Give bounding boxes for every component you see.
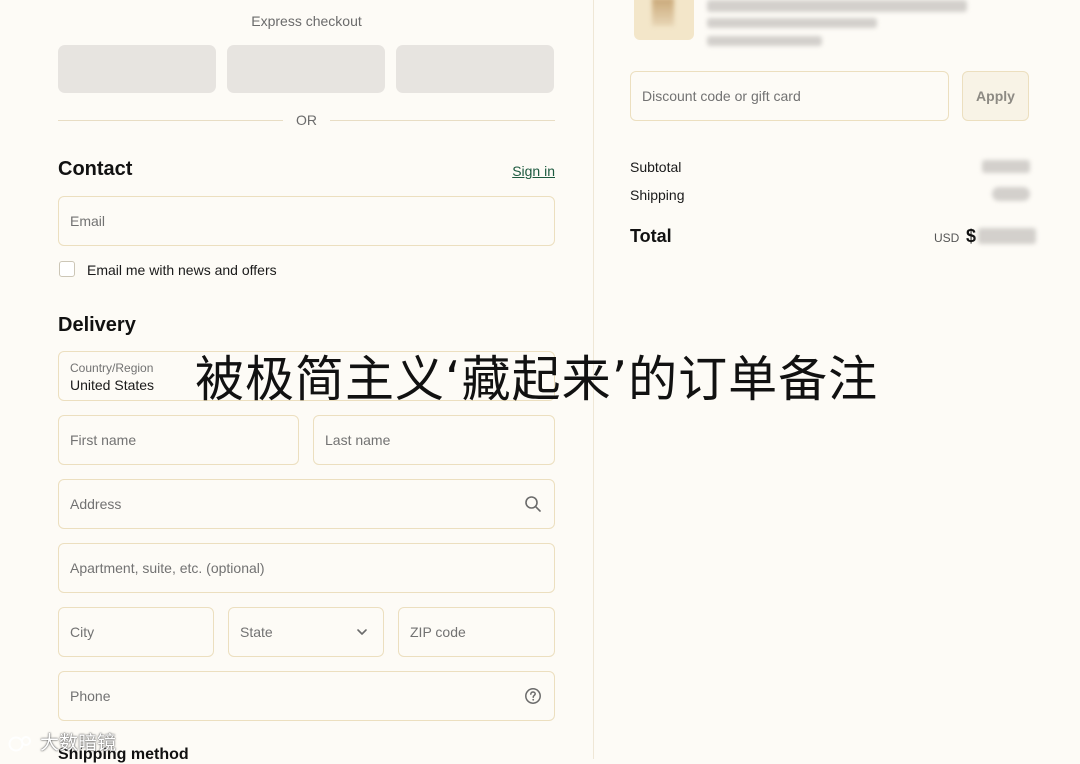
news-checkbox[interactable] (59, 261, 75, 277)
watermark: 大数暗镜 (8, 728, 116, 755)
email-placeholder: Email (70, 213, 106, 229)
watermark-logo-icon (8, 735, 31, 752)
city-placeholder: City (70, 624, 95, 640)
first-name-placeholder: First name (70, 432, 137, 448)
last-name-field[interactable]: Last name (313, 415, 555, 465)
express-pay-button-1[interactable] (58, 45, 216, 93)
help-icon[interactable] (524, 687, 542, 705)
contact-heading: Contact (58, 158, 133, 180)
currency-code: USD (934, 231, 960, 245)
separator-line (330, 120, 555, 121)
sign-in-link[interactable]: Sign in (512, 163, 555, 179)
state-placeholder: State (240, 624, 273, 640)
zip-field[interactable]: ZIP code (398, 607, 555, 657)
express-pay-button-2[interactable] (227, 45, 385, 93)
express-pay-button-3[interactable] (396, 45, 554, 93)
subtotal-label: Subtotal (630, 159, 682, 175)
apartment-placeholder: Apartment, suite, etc. (optional) (70, 560, 265, 576)
watermark-text: 大数暗镜 (40, 733, 117, 754)
shipping-label: Shipping (630, 187, 685, 203)
product-title-redacted (707, 0, 967, 12)
country-label: Country/Region (70, 361, 154, 375)
apartment-field[interactable]: Apartment, suite, etc. (optional) (58, 543, 555, 593)
zip-placeholder: ZIP code (410, 624, 466, 640)
apply-button[interactable]: Apply (962, 71, 1029, 121)
or-separator: OR (58, 111, 555, 129)
product-detail-redacted (707, 36, 822, 46)
chevron-down-icon (357, 629, 367, 635)
total-value-redacted (978, 228, 1036, 244)
email-field[interactable]: Email (58, 196, 555, 246)
country-value: United States (70, 377, 155, 393)
shipping-value-redacted (992, 187, 1030, 201)
discount-placeholder: Discount code or gift card (642, 88, 801, 104)
last-name-placeholder: Last name (325, 432, 391, 448)
address-field[interactable]: Address (58, 479, 555, 529)
subtotal-value-redacted (982, 160, 1030, 173)
discount-code-input[interactable]: Discount code or gift card (630, 71, 949, 121)
apply-label: Apply (976, 88, 1015, 104)
address-placeholder: Address (70, 496, 122, 512)
state-select[interactable]: State (228, 607, 384, 657)
city-field[interactable]: City (58, 607, 214, 657)
currency-symbol: $ (966, 226, 977, 246)
product-thumbnail (634, 0, 694, 40)
phone-placeholder: Phone (70, 688, 111, 704)
overlay-caption: 被极简主义‘藏起来’的订单备注 (195, 351, 879, 408)
delivery-heading: Delivery (58, 314, 136, 336)
news-checkbox-label: Email me with news and offers (87, 262, 277, 278)
phone-field[interactable]: Phone (58, 671, 555, 721)
total-label: Total (630, 226, 672, 246)
express-checkout-title: Express checkout (251, 13, 362, 29)
search-icon[interactable] (524, 495, 542, 513)
product-image-blurred (652, 0, 674, 26)
product-variant-redacted (707, 18, 877, 28)
first-name-field[interactable]: First name (58, 415, 299, 465)
